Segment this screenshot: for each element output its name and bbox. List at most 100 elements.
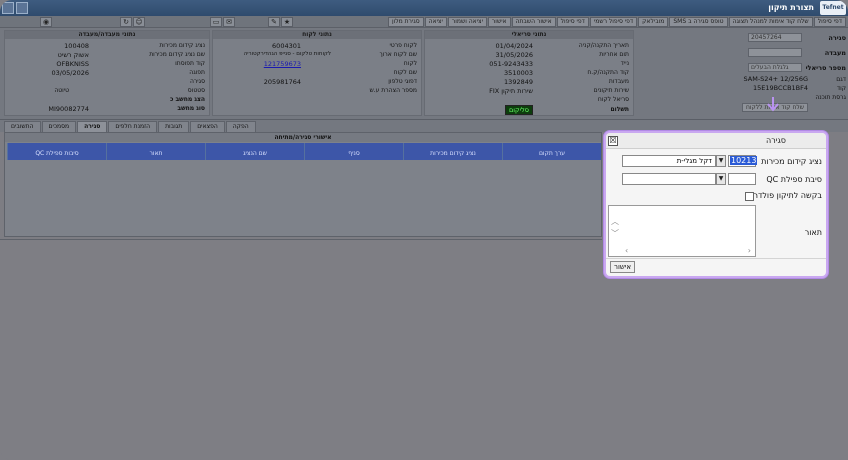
rep-code-input[interactable]: 10213	[728, 155, 758, 167]
tool-icons-3: ↻ ☺	[120, 17, 145, 27]
tab-item[interactable]: הפקה	[225, 121, 256, 132]
minimize-icon[interactable]	[2, 2, 14, 14]
tab-item[interactable]: הפצאים	[190, 121, 225, 132]
field-value: שירות תיקון FIX	[489, 87, 533, 95]
status-badge: סליקום	[504, 105, 533, 115]
chevron-down-icon[interactable]: ▼	[716, 173, 726, 185]
field-label: נציג קידום מכירות	[159, 42, 205, 49]
field-label: סריאל לקוח	[597, 96, 629, 103]
toolbar-button[interactable]: דפי סיפול	[813, 17, 846, 27]
closure-code-input[interactable]: 20457264	[748, 33, 802, 42]
field-label: מספר הצהרת ע.ש	[369, 87, 417, 94]
toolbar-button[interactable]: אישור השבתה	[511, 17, 556, 27]
close-icon[interactable]: ☒	[608, 136, 618, 146]
wrench-icon[interactable]: ✎	[268, 17, 280, 27]
grid-column-header[interactable]: סניף	[304, 143, 403, 160]
field-value: 01/04/2024	[495, 42, 533, 50]
toolbar-button[interactable]: שלח קוד אימות למנהל תצוגה	[728, 17, 813, 27]
maximize-icon[interactable]	[16, 2, 28, 14]
grid-column-header[interactable]: נציג קידום מכירות	[403, 143, 502, 160]
field-label: לקוח	[403, 60, 417, 67]
grid-column-header[interactable]: תאור	[106, 143, 205, 160]
description-label: תאור	[804, 228, 822, 237]
rep-name-combo[interactable]: דקל מגלי-ת	[622, 155, 716, 167]
dialog-header: סגירה ☒	[606, 133, 826, 149]
tab-item[interactable]: מסמכים	[41, 121, 77, 132]
field-label: טיוטה	[54, 87, 69, 94]
title-bar: תצורת תיקון Tefnet	[0, 0, 848, 16]
description-textarea[interactable]: ︿ ﹀ ‹ ›	[608, 205, 756, 257]
qc-label: סיבת ספילת QC	[766, 175, 822, 184]
main-form: סגירה מעבדה מספר סריאלי דגם קוד גרסת תוכ…	[0, 28, 848, 120]
ok-button[interactable]: אישור	[610, 261, 636, 273]
field-label: תשלום	[610, 106, 629, 113]
toolbar-button[interactable]: מובילאק	[638, 17, 669, 27]
window-title: תצורת תיקון	[768, 3, 814, 12]
tab-item[interactable]: הזמנת חלפים	[108, 121, 158, 132]
field-label: תאריך התקנה/קניה	[578, 42, 629, 49]
field-label: קוד תפוסתו	[175, 60, 205, 67]
user-icon[interactable]: ☺	[133, 17, 145, 27]
horizontal-scrollbar[interactable]: ‹ ›	[625, 246, 751, 255]
field-label: תום אחריות	[599, 51, 629, 58]
qc-combo[interactable]	[622, 173, 716, 185]
tab-closure[interactable]: סגירה	[77, 121, 108, 132]
toolbar-button[interactable]: יציאה	[424, 17, 447, 27]
tab-row: הפקה הפצאים תגובות הזמנת חלפים סגירה מסמ…	[4, 121, 256, 132]
field-label: תפוגה	[189, 69, 205, 76]
toolbar-button[interactable]: סגירת מלון	[387, 17, 424, 27]
serial-panel: נתוני סריאלי תאריך התקנה/קניה 01/04/2024…	[424, 30, 634, 116]
field-label: סוג מחשב	[177, 105, 205, 112]
customer-panel: נתוני לקוח לקוח פרטי 6004301 שם לקוח ארו…	[212, 30, 422, 116]
customer-panel-header: נתוני לקוח	[213, 31, 421, 39]
field-value: 100408	[64, 42, 89, 50]
field-label: מעבדות	[608, 78, 629, 85]
folder-repair-label: בקשה לתיקון פולדר	[753, 191, 822, 200]
field-label: לקוח פרטי	[389, 42, 418, 49]
serial-input[interactable]: גלגלת הבעלים	[748, 63, 802, 72]
lab-input[interactable]	[748, 48, 802, 57]
lab-panel-header: נתוני מעבדה/מעבדה	[5, 31, 209, 39]
field-value: 1392849	[504, 78, 533, 86]
code-value: 15E19BCCB1BF4	[753, 84, 808, 92]
toolbar-button[interactable]: דפי סיפול	[556, 17, 589, 27]
rep-label: נציג קידום מכירות	[761, 157, 822, 166]
refresh-icon[interactable]: ↻	[120, 17, 132, 27]
grid-column-header[interactable]: סיבות ספילת QC	[7, 143, 106, 160]
serial-label: מספר סריאלי	[805, 64, 846, 72]
vertical-scrollbar[interactable]: ︿ ﹀	[611, 216, 619, 240]
tab-item[interactable]: תגובות	[158, 121, 190, 132]
lab-panel: נתוני מעבדה/מעבדה נציג קידום מכירות 1004…	[4, 30, 210, 116]
customer-link[interactable]: 121759673	[264, 60, 301, 68]
eye-icon[interactable]: ◉	[40, 17, 52, 27]
toolbar-button[interactable]: טופס סגירה ב SMS	[669, 17, 728, 27]
field-value: 205981764	[263, 78, 301, 86]
qc-code-input[interactable]	[728, 173, 756, 185]
toolbar-button[interactable]: אישור	[487, 17, 511, 27]
tab-item[interactable]: התשובים	[4, 121, 41, 132]
grid-header: ערך תקום נציג קידום מכירות סניף שם הנציג…	[7, 143, 601, 160]
field-value: 051-9243433	[489, 60, 533, 68]
print-icon[interactable]: ▭	[210, 17, 222, 27]
field-value: 6004301	[272, 42, 301, 50]
grid-column-header[interactable]: שם הנציג	[205, 143, 304, 160]
folder-repair-checkbox[interactable]	[745, 192, 754, 201]
field-label: שם נציג קידום מכירות	[149, 51, 205, 58]
dialog-footer	[606, 258, 826, 276]
tool-icons-2: ▭ ✉	[210, 17, 235, 27]
mail-icon[interactable]: ✉	[223, 17, 235, 27]
grid-column-header[interactable]: ערך תקום	[502, 143, 601, 160]
toolbar-button[interactable]: יציאה ושמור	[447, 17, 487, 27]
toolbar-button[interactable]: דפי סיפול רשמי	[589, 17, 638, 27]
closure-label: סגירה	[828, 34, 846, 42]
field-value: 3510003	[504, 69, 533, 77]
field-label: סגירה	[189, 78, 205, 85]
app-window: תצורת תיקון Tefnet דפי סיפול שלח קוד אימ…	[0, 0, 848, 460]
field-label: שם לקוח ארוך	[379, 51, 417, 58]
chevron-down-icon[interactable]: ▼	[716, 155, 726, 167]
down-arrow-icon	[767, 97, 779, 112]
toolbar-buttons: דפי סיפול שלח קוד אימות למנהל תצוגה טופס…	[387, 17, 846, 27]
serial-panel-header: נתוני סריאלי	[425, 31, 633, 39]
star-icon[interactable]: ★	[281, 17, 293, 27]
sw-version-label: גרסת תוכנה	[815, 94, 846, 101]
